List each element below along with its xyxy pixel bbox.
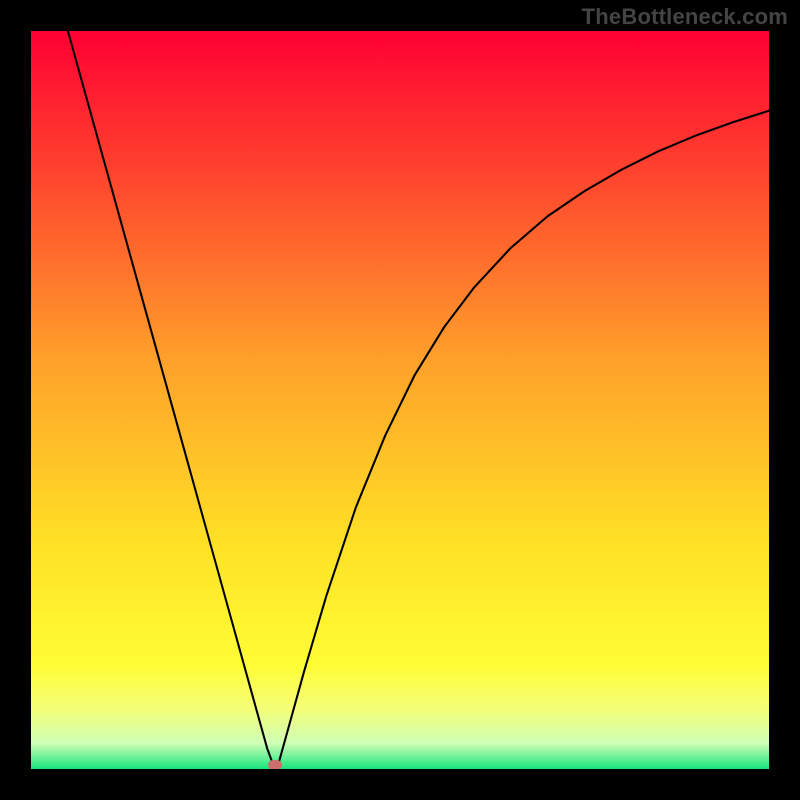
chart-frame: TheBottleneck.com (0, 0, 800, 800)
minimum-marker (268, 760, 282, 769)
plot-area (31, 31, 769, 769)
bottleneck-curve (31, 31, 769, 769)
watermark-text: TheBottleneck.com (582, 4, 788, 30)
